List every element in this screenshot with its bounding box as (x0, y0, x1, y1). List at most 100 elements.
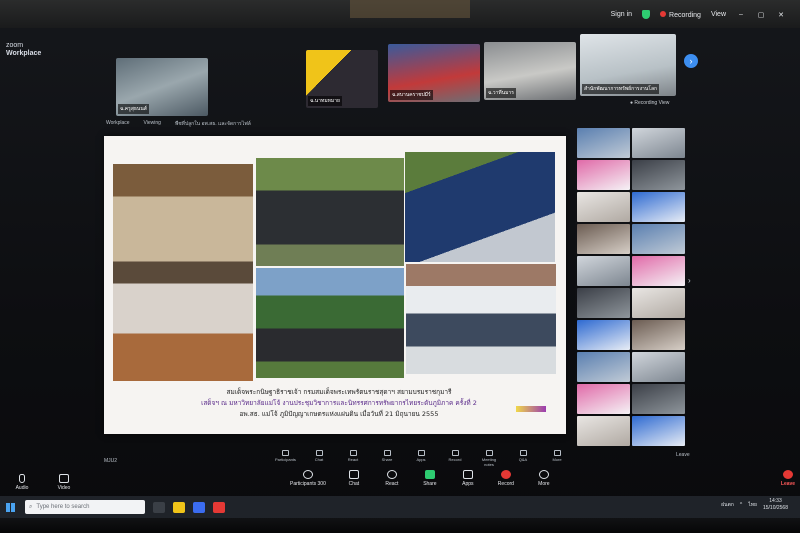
inner-tool-icon (315, 450, 323, 456)
camera-icon (59, 474, 69, 483)
sign-in-link[interactable]: Sign in (611, 11, 632, 18)
inner-tool-button[interactable]: Meeting notes (479, 450, 499, 467)
shared-slide: สมเด็จพระกนิษฐาธิราชเจ้า กรมสมเด็จพระเทพ… (104, 136, 566, 434)
audio-button[interactable]: Audio (12, 474, 32, 491)
maximize-button[interactable]: ▢ (756, 11, 766, 19)
leave-button[interactable]: Leave (778, 470, 798, 487)
gallery-tile[interactable] (577, 128, 630, 158)
participants-button[interactable]: Participants 300 (290, 470, 326, 487)
gallery-tile[interactable] (632, 192, 685, 222)
minimize-button[interactable]: – (736, 11, 746, 18)
inner-leave[interactable]: Leave (676, 452, 690, 458)
recording-indicator[interactable]: Recording (660, 10, 701, 19)
gallery-tile[interactable] (577, 320, 630, 350)
gallery-tile[interactable] (632, 256, 685, 286)
chevron-right-icon[interactable]: › (688, 276, 691, 285)
gallery-tile[interactable] (577, 224, 630, 254)
inner-tool-button[interactable]: More (547, 450, 567, 467)
gallery-tile[interactable] (577, 160, 630, 190)
inner-tool-button[interactable]: React (343, 450, 363, 467)
inner-tool-icon (417, 450, 425, 456)
gallery-tile[interactable] (632, 416, 685, 446)
taskbar-search[interactable]: ⌕ Type here to search (25, 500, 145, 514)
gallery-tile[interactable] (632, 128, 685, 158)
slide-photo (256, 158, 404, 266)
clock-date: 15/10/2568 (762, 505, 788, 511)
gallery-tile[interactable] (577, 192, 630, 222)
microphone-icon (19, 474, 25, 483)
participant-video[interactable]: ฉ.วาทีนมาร (484, 42, 576, 100)
tray-chevron-icon[interactable]: ^ (740, 502, 742, 508)
gallery-tile[interactable] (632, 224, 685, 254)
chat-button[interactable]: Chat (344, 470, 364, 487)
gallery-tile[interactable] (577, 288, 630, 318)
participant-name: ฉ.สบานคราชปมีร์ (390, 90, 433, 100)
gallery-tile[interactable] (632, 288, 685, 318)
gallery-tile[interactable] (577, 352, 630, 382)
chat-icon (348, 470, 359, 479)
inner-tool-icon (281, 450, 289, 456)
inner-tool-icon (519, 450, 527, 456)
record-button[interactable]: Record (496, 470, 516, 487)
inner-recording: ● Recording View (630, 100, 670, 106)
inner-tool-button[interactable]: Participants (275, 450, 296, 467)
inner-tool-label: Q&A (518, 457, 528, 462)
gallery-tile[interactable] (632, 320, 685, 350)
next-page-button[interactable]: › (684, 54, 698, 68)
gallery-tile[interactable] (577, 256, 630, 286)
pdf-reader-icon[interactable] (213, 501, 225, 513)
search-icon: ⌕ (29, 503, 33, 510)
participant-name: ฉ.นาทมหมาย (308, 96, 342, 106)
app-logo: zoom Workplace (6, 42, 41, 58)
record-label: Record (497, 481, 514, 487)
weather-widget[interactable]: ฝนตก (721, 501, 734, 509)
background-wall (350, 0, 470, 18)
react-button[interactable]: React (382, 470, 402, 487)
inner-tool-label: Share (381, 457, 393, 462)
inner-tool-icon (553, 450, 561, 456)
close-button[interactable]: ✕ (776, 11, 786, 19)
inner-tool-button[interactable]: Apps (411, 450, 431, 467)
toolbar-center: Participants 300 Chat React Share Apps R… (290, 470, 554, 487)
share-button[interactable]: Share (420, 470, 440, 487)
windows-start-icon[interactable] (6, 502, 15, 512)
inner-tool-button[interactable]: Chat (309, 450, 329, 467)
inner-tool-label: Chat (314, 457, 324, 462)
inner-tool-button[interactable]: Q&A (513, 450, 533, 467)
shield-icon[interactable] (642, 10, 651, 19)
clock-time: 14:33 (769, 498, 782, 504)
more-label: More (538, 481, 550, 487)
participant-name: ฉ.ครูสุธนนส์ (118, 104, 149, 114)
gallery-tile[interactable] (632, 352, 685, 382)
inner-tool-button[interactable]: Record (445, 450, 465, 467)
slide-photo (405, 152, 555, 262)
participants-count: 300 (317, 481, 326, 487)
video-button[interactable]: Video (54, 474, 74, 491)
inner-tool-icon (451, 450, 459, 456)
file-explorer-icon[interactable] (173, 501, 185, 513)
inner-tool-icon (349, 450, 357, 456)
recording-label: Recording (669, 11, 701, 19)
gallery-tile[interactable] (577, 384, 630, 414)
language-indicator[interactable]: ไทย (748, 501, 757, 509)
gallery-tile[interactable] (577, 416, 630, 446)
gallery-tile[interactable] (632, 384, 685, 414)
view-button[interactable]: View (711, 11, 726, 18)
participant-video[interactable]: ฉ.ครูสุธนนส์ (116, 58, 208, 116)
participant-video[interactable]: สำนักพัฒนาการทรัพย์การงานโลก (580, 34, 676, 96)
participant-video[interactable]: ฉ.สบานคราชปมีร์ (388, 44, 480, 102)
participant-video[interactable]: ฉ.นาทมหมาย (306, 50, 378, 108)
gallery-tile[interactable] (632, 160, 685, 190)
inner-tool-icon (383, 450, 391, 456)
taskbar-clock[interactable]: 14:33 15/10/2568 (763, 498, 788, 512)
zoom-app-icon[interactable] (193, 501, 205, 513)
task-view-icon[interactable] (153, 501, 165, 513)
inner-viewing[interactable]: Viewing (144, 120, 161, 128)
search-placeholder: Type here to search (36, 504, 90, 510)
inner-tool-button[interactable]: Share (377, 450, 397, 467)
inner-window-bar: Workplace Viewing พืชที่ปลูกใน อพ.สธ. แล… (106, 120, 251, 128)
window-controls: Sign in Recording View – ▢ ✕ (611, 10, 786, 19)
apps-icon (462, 470, 473, 479)
more-button[interactable]: More (534, 470, 554, 487)
apps-button[interactable]: Apps (458, 470, 478, 487)
